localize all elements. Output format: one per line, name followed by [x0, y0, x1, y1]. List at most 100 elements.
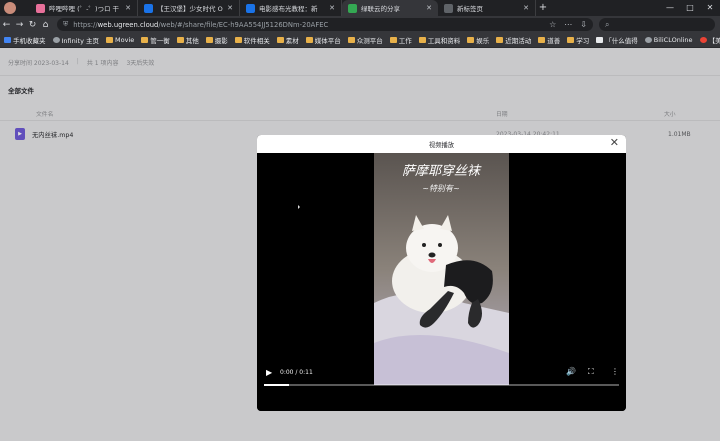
- fullscreen-icon[interactable]: ⛶: [588, 367, 594, 377]
- reload-icon[interactable]: ↻: [26, 20, 39, 30]
- modal-header: 视频播放 ✕: [257, 135, 626, 153]
- new-tab-button[interactable]: +: [536, 0, 550, 16]
- volume-icon[interactable]: 🔊: [566, 367, 576, 376]
- tab-wanghanbao[interactable]: 【王汉堡】少女时代 Oh ✕: [138, 0, 240, 16]
- close-tab-icon[interactable]: ✕: [522, 4, 530, 12]
- close-tab-icon[interactable]: ✕: [425, 4, 433, 12]
- video-player[interactable]: 萨摩耶穿丝袜 ~特别有~ ▶ 0:00 / 0:11 🔊 ⛶ ⋮: [257, 153, 626, 411]
- bookmark-item[interactable]: 摄影: [205, 35, 228, 45]
- bookmark-label: 【美: [708, 37, 720, 45]
- maximize-button[interactable]: □: [680, 0, 700, 16]
- bookmark-item[interactable]: 工具和资料: [418, 35, 461, 45]
- bookmark-item[interactable]: 素材: [276, 35, 299, 45]
- folder-icon: [567, 37, 575, 43]
- profile-avatar[interactable]: [4, 2, 16, 14]
- bookmark-star-icon[interactable]: ☆: [549, 20, 556, 29]
- bookmark-item[interactable]: 【美: [699, 35, 720, 45]
- close-tab-icon[interactable]: ✕: [124, 4, 132, 12]
- download-icon[interactable]: ⇩: [580, 20, 587, 29]
- ugreen-icon: [348, 3, 357, 13]
- folder-icon: [538, 37, 546, 43]
- more-icon[interactable]: ⋯: [564, 20, 572, 29]
- modal-title: 视频播放: [428, 142, 455, 149]
- bookmark-label: 摄影: [214, 37, 228, 45]
- tab-title: 哔哩哔哩 (゜-゜)つロ 干: [49, 5, 120, 13]
- bookmark-label: 娱乐: [476, 37, 490, 45]
- bookmark-item[interactable]: 管一衡: [141, 35, 170, 45]
- bookmark-item[interactable]: 软件相关: [234, 35, 270, 45]
- minimize-button[interactable]: —: [660, 0, 680, 16]
- bookmark-icon: [699, 37, 707, 43]
- search-box[interactable]: ⌕: [599, 18, 715, 31]
- bookmark-label: 学习: [576, 37, 590, 45]
- tab-bilibili[interactable]: 哔哩哔哩 (゜-゜)つロ 干 ✕: [30, 0, 138, 16]
- forward-icon[interactable]: →: [13, 20, 26, 30]
- home-icon[interactable]: ⌂: [39, 20, 52, 30]
- bookmark-item[interactable]: 媒体平台: [305, 35, 341, 45]
- folder-icon: [467, 37, 475, 43]
- close-tab-icon[interactable]: ✕: [226, 4, 234, 12]
- folder-icon: [276, 37, 284, 43]
- tab-strip: 哔哩哔哩 (゜-゜)つロ 干 ✕ 【王汉堡】少女时代 Oh ✕ 电影感布光教程：…: [0, 0, 720, 16]
- tab-title: 【王汉堡】少女时代 Oh: [157, 5, 223, 13]
- bookmark-label: Infinity 主页: [61, 37, 100, 45]
- address-bar[interactable]: ⛨ https://web.ugreen.cloud/web/#/share/f…: [57, 18, 593, 31]
- tab-ugreen-share[interactable]: 绿联云的分享 ✕: [342, 0, 438, 16]
- bookmark-label: 管一衡: [150, 37, 170, 45]
- frame-caption: 萨摩耶穿丝袜: [402, 163, 482, 179]
- bookmark-item[interactable]: 「什么值得: [596, 35, 638, 45]
- bookmark-label: 近期活动: [505, 37, 532, 45]
- lock-icon: ⛨: [63, 20, 69, 28]
- video-time: 0:00 / 0:11: [280, 369, 313, 376]
- video-player-modal: 视频播放 ✕ 萨摩耶穿丝袜 ~特别有~ ▶ 0:00 / 0:11 🔊 ⛶ ⋮: [257, 135, 626, 411]
- tab-new-tab[interactable]: 新标签页 ✕: [438, 0, 536, 16]
- tab-title: 绿联云的分享: [361, 5, 400, 13]
- play-icon[interactable]: ▶: [266, 368, 272, 377]
- tab-lighting-tutorial[interactable]: 电影感布光教程：新 ✕: [240, 0, 342, 16]
- bookmark-item[interactable]: 学习: [567, 35, 589, 45]
- bookmark-icon: [4, 37, 11, 43]
- close-window-button[interactable]: ✕: [700, 0, 720, 16]
- folder-icon: [205, 37, 213, 43]
- bookmark-item[interactable]: 近期活动: [496, 35, 531, 45]
- progress-bar[interactable]: [264, 384, 619, 386]
- bookmark-label: BiliCLOnline: [653, 36, 693, 44]
- bookmark-item[interactable]: Infinity 主页: [52, 35, 100, 45]
- bookmark-item[interactable]: Movie: [106, 36, 134, 44]
- search-icon: ⌕: [605, 19, 610, 29]
- bookmark-label: 软件相关: [243, 37, 270, 45]
- more-options-icon[interactable]: ⋮: [611, 367, 619, 376]
- bookmarks-bar: 手机收藏夹 Infinity 主页 Movie 管一衡 其他 摄影 软件相关 素材 媒体平台 众测…: [0, 33, 720, 48]
- tab-title: 电影感布光教程：新: [259, 5, 318, 13]
- page-icon: [444, 3, 453, 13]
- bookmark-label: 其他: [185, 37, 199, 45]
- folder-icon: [418, 37, 426, 43]
- bookmark-item[interactable]: 众测平台: [347, 35, 383, 45]
- url-text: https://web.ugreen.cloud/web/#/share/fil…: [73, 20, 329, 29]
- bookmark-label: 工具和资料: [427, 37, 461, 45]
- close-tab-icon[interactable]: ✕: [328, 4, 336, 12]
- bilibili-icon: [36, 3, 45, 13]
- bookmark-item[interactable]: 道善: [538, 35, 560, 45]
- cursor-icon: [298, 205, 300, 209]
- bookmark-label: 媒体平台: [314, 37, 341, 45]
- bookmark-item[interactable]: 其他: [176, 35, 199, 45]
- browser-toolbar: ← → ↻ ⌂ ⛨ https://web.ugreen.cloud/web/#…: [0, 16, 720, 33]
- bookmark-icon: [52, 37, 60, 43]
- back-icon[interactable]: ←: [0, 20, 13, 30]
- close-icon[interactable]: ✕: [610, 137, 619, 149]
- bookmark-label: 工作: [398, 37, 412, 45]
- video-controls: ▶ 0:00 / 0:11 🔊 ⛶ ⋮: [257, 363, 626, 389]
- folder-icon: [234, 37, 242, 43]
- bookmark-item[interactable]: 工作: [389, 35, 412, 45]
- bookmark-item[interactable]: BiliCLOnline: [644, 36, 693, 44]
- frame-subcaption: ~特别有~: [422, 184, 459, 193]
- bookmark-item[interactable]: 手机收藏夹: [4, 35, 46, 45]
- folder-icon: [141, 37, 149, 43]
- bookmark-item[interactable]: 娱乐: [467, 35, 489, 45]
- progress-fill: [264, 384, 289, 386]
- folder-icon: [347, 37, 355, 43]
- bookmark-icon: [596, 37, 604, 43]
- folder-icon: [305, 37, 313, 43]
- bookmark-label: 众测平台: [356, 37, 383, 45]
